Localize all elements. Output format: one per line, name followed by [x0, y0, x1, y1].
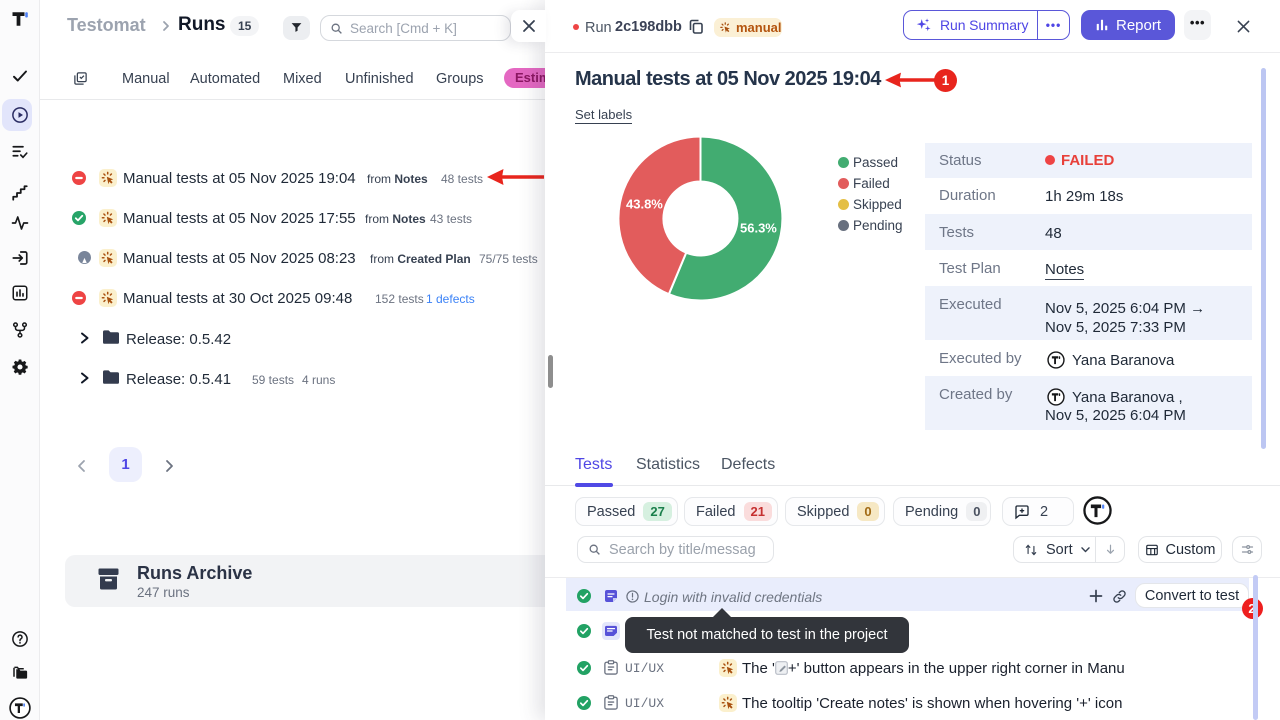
svg-text:43.8%: 43.8% [626, 197, 663, 212]
svg-text:56.3%: 56.3% [740, 221, 777, 236]
